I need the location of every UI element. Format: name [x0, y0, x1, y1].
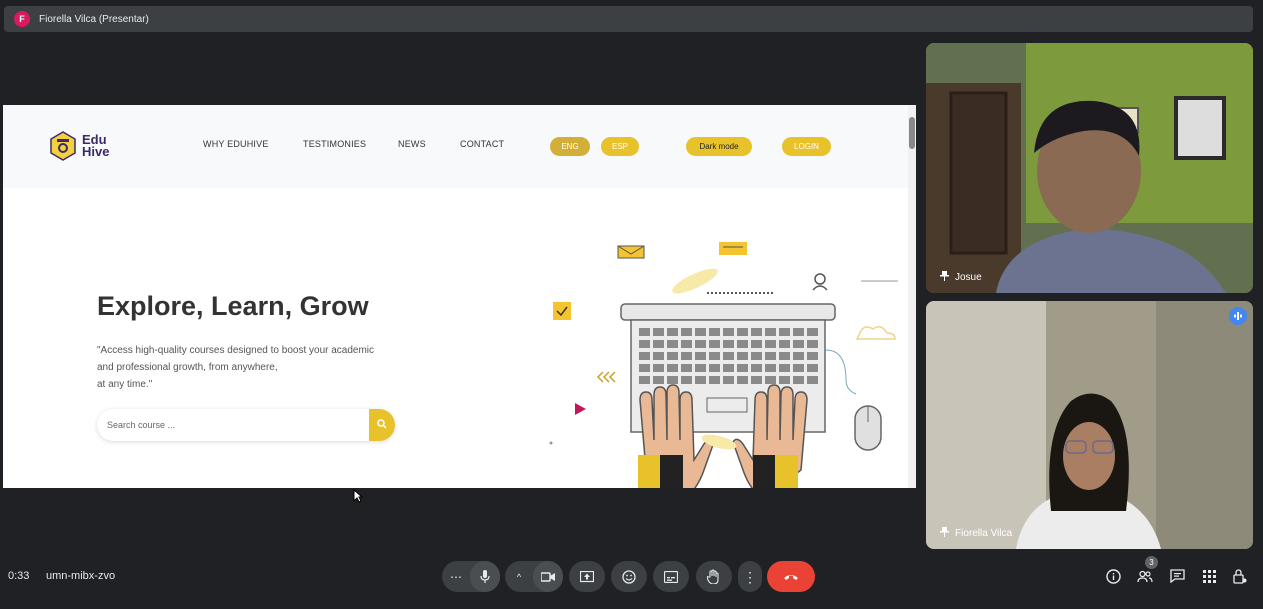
presenter-avatar: F: [14, 11, 30, 27]
camera-icon: [541, 571, 555, 582]
lock-person-icon: [1233, 568, 1247, 584]
video-options-icon[interactable]: ^: [505, 572, 533, 582]
hero-text: "Access high-quality courses designed to…: [97, 342, 427, 393]
search-button[interactable]: [369, 409, 395, 441]
meeting-details-button[interactable]: [1104, 567, 1122, 585]
audio-options-icon[interactable]: ⋯: [442, 570, 470, 584]
presenter-name: Fiorella Vilca (Presentar): [39, 13, 149, 25]
participant-video: [926, 301, 1253, 549]
participant-video: [926, 43, 1253, 293]
hero-text-line-2: and professional growth, from anywhere,: [97, 362, 278, 373]
people-button[interactable]: [1136, 567, 1154, 585]
emoji-icon: [622, 569, 636, 584]
participant-label: Fiorella Vilca: [940, 527, 1012, 539]
login-button[interactable]: LOGIN: [782, 137, 831, 156]
captions-button[interactable]: [653, 561, 689, 592]
presenter-bar: F Fiorella Vilca (Presentar): [4, 6, 1253, 32]
dark-mode-button[interactable]: Dark mode: [686, 137, 752, 156]
chat-icon: [1169, 569, 1185, 583]
hive-logo-icon: [50, 131, 76, 161]
end-call-icon: [784, 574, 798, 580]
shared-screen: Edu Hive WHY EDUHIVE TESTIMONIES NEWS CO…: [3, 105, 916, 488]
logo-text: Edu Hive: [82, 133, 110, 159]
search-icon: [377, 416, 387, 434]
more-vert-icon: ⋮: [743, 568, 757, 585]
meeting-code: umn-mibx-zvo: [46, 570, 116, 582]
participant-tile-josue[interactable]: Josue: [926, 43, 1253, 293]
site-header: Edu Hive WHY EDUHIVE TESTIMONIES NEWS CO…: [3, 105, 908, 188]
microphone-icon: [480, 569, 490, 583]
more-options-button[interactable]: ⋮: [738, 561, 762, 592]
info-icon: [1105, 568, 1121, 584]
hero-title: Explore, Learn, Grow: [97, 291, 369, 321]
lang-eng-button[interactable]: ENG: [550, 137, 590, 156]
participant-tile-fiorella[interactable]: Fiorella Vilca: [926, 301, 1253, 549]
microphone-button[interactable]: [470, 561, 500, 592]
course-search: [97, 409, 395, 441]
present-screen-icon: [580, 570, 594, 582]
pin-icon[interactable]: [940, 271, 949, 283]
lang-esp-button[interactable]: ESP: [601, 137, 639, 156]
hero-text-line-3: at any time.": [97, 379, 153, 390]
mouse-cursor-icon: [353, 488, 364, 508]
hand-icon: [707, 569, 719, 584]
pin-icon[interactable]: [940, 527, 949, 539]
nav-news[interactable]: NEWS: [398, 139, 426, 149]
participant-name: Fiorella Vilca: [955, 527, 1013, 539]
nav-contact[interactable]: CONTACT: [460, 139, 504, 149]
people-count-badge: 3: [1145, 556, 1158, 569]
people-icon: [1137, 570, 1153, 582]
speaking-indicator-icon: [1229, 307, 1247, 325]
chat-button[interactable]: [1168, 567, 1186, 585]
screen-scrollbar[interactable]: [908, 105, 916, 488]
captions-icon: [664, 570, 678, 583]
scroll-thumb[interactable]: [909, 117, 915, 149]
hero-text-line-1: "Access high-quality courses designed to…: [97, 345, 375, 356]
nav-why-eduhive[interactable]: WHY EDUHIVE: [203, 139, 269, 149]
logo-line-2: Hive: [82, 144, 110, 159]
nav-testimonies[interactable]: TESTIMONIES: [303, 139, 366, 149]
course-search-input[interactable]: [107, 417, 357, 433]
participant-name: Josue: [955, 271, 982, 283]
participant-label: Josue: [940, 271, 982, 283]
meeting-time: 0:33: [8, 570, 30, 582]
meet-window: F Fiorella Vilca (Presentar) Edu Hive WH…: [0, 0, 1263, 609]
activities-button[interactable]: [1200, 567, 1218, 585]
leave-call-button[interactable]: [767, 561, 815, 592]
host-controls-button[interactable]: [1231, 567, 1249, 585]
eduhive-logo[interactable]: Edu Hive: [50, 131, 109, 161]
video-control-group: ^: [505, 561, 563, 592]
laptop-illustration: [543, 240, 903, 488]
audio-control-group: ⋯: [442, 561, 500, 592]
apps-grid-icon: [1202, 569, 1216, 583]
present-screen-button[interactable]: [569, 561, 605, 592]
reactions-button[interactable]: [611, 561, 647, 592]
raise-hand-button[interactable]: [696, 561, 732, 592]
camera-button[interactable]: [533, 561, 563, 592]
